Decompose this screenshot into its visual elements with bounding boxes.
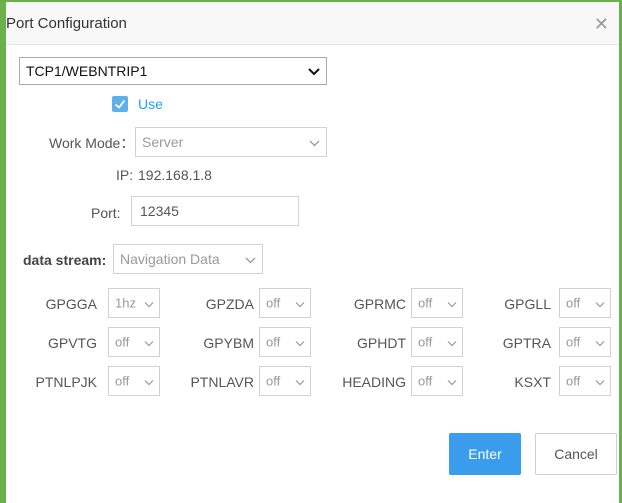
chevron-down-icon [295, 296, 305, 311]
message-select-ptnlavr[interactable]: off [259, 366, 311, 396]
cancel-button[interactable]: Cancel [535, 433, 617, 475]
port-configuration-dialog: Port Configuration ✕ TCP1/WEBNTRIP1 Use … [6, 2, 619, 503]
close-icon[interactable]: ✕ [594, 14, 609, 35]
message-select-value: off [418, 334, 433, 350]
message-select-gpvtg[interactable]: off [108, 327, 160, 357]
use-label[interactable]: Use [138, 96, 163, 112]
chevron-down-icon [309, 134, 320, 150]
message-select-value: off [566, 295, 581, 311]
message-label-gpgga: GPGGA [45, 296, 97, 312]
message-select-gpgga[interactable]: 1hz [108, 288, 160, 318]
port-select-value: TCP1/WEBNTRIP1 [26, 63, 148, 79]
message-select-value: off [115, 334, 130, 350]
message-select-value: off [566, 334, 581, 350]
chevron-down-icon [595, 335, 605, 350]
data-stream-select[interactable]: Navigation Data [113, 244, 263, 274]
enter-button[interactable]: Enter [449, 433, 521, 475]
message-select-value: off [418, 295, 433, 311]
chevron-down-icon [595, 374, 605, 389]
message-select-value: off [566, 373, 581, 389]
work-mode-label: Work Mode： [49, 135, 135, 151]
message-label-gpgll: GPGLL [504, 296, 551, 312]
chevron-down-icon [308, 63, 320, 79]
data-stream-label: data stream: [23, 252, 107, 268]
message-select-gpzda[interactable]: off [259, 288, 311, 318]
chevron-down-icon [144, 374, 154, 389]
check-icon [114, 99, 126, 109]
message-label-ptnlavr: PTNLAVR [190, 374, 254, 390]
message-label-ksxt: KSXT [514, 374, 551, 390]
message-label-gphdt: GPHDT [357, 335, 406, 351]
port-input-value: 12345 [140, 203, 179, 219]
chevron-down-icon [447, 296, 457, 311]
port-input[interactable]: 12345 [131, 196, 299, 226]
chevron-down-icon [295, 335, 305, 350]
message-label-gpvtg: GPVTG [47, 335, 97, 351]
message-select-gprmc[interactable]: off [411, 288, 463, 318]
message-select-gpgll[interactable]: off [559, 288, 611, 318]
chevron-down-icon [245, 251, 256, 267]
work-mode-select[interactable]: Server [135, 127, 327, 157]
port-label: Port: [91, 205, 121, 221]
message-label-gptra: GPTRA [502, 335, 551, 351]
dialog-title: Port Configuration [6, 15, 127, 32]
chevron-down-icon [447, 335, 457, 350]
dialog-header: Port Configuration ✕ [6, 2, 619, 45]
message-label-heading: HEADING [342, 374, 406, 390]
message-select-value: 1hz [115, 295, 136, 311]
message-select-heading[interactable]: off [411, 366, 463, 396]
chevron-down-icon [295, 374, 305, 389]
message-label-ptnlpjk: PTNLPJK [35, 374, 97, 390]
chevron-down-icon [595, 296, 605, 311]
data-stream-value: Navigation Data [120, 251, 220, 267]
use-checkbox[interactable] [112, 96, 128, 112]
message-label-gpzda: GPZDA [205, 296, 254, 312]
message-select-value: off [418, 373, 433, 389]
chevron-down-icon [144, 296, 154, 311]
message-select-ksxt[interactable]: off [559, 366, 611, 396]
chevron-down-icon [447, 374, 457, 389]
message-select-gptra[interactable]: off [559, 327, 611, 357]
port-select[interactable]: TCP1/WEBNTRIP1 [19, 57, 327, 85]
message-select-value: off [115, 373, 130, 389]
chevron-down-icon [144, 335, 154, 350]
message-label-gprmc: GPRMC [353, 296, 406, 312]
ip-label: IP: [116, 167, 134, 183]
message-select-value: off [266, 295, 281, 311]
message-select-gphdt[interactable]: off [411, 327, 463, 357]
message-select-value: off [266, 334, 281, 350]
ip-value: 192.168.1.8 [138, 167, 212, 183]
work-mode-value: Server [142, 134, 184, 150]
message-select-value: off [266, 373, 281, 389]
message-select-ptnlpjk[interactable]: off [108, 366, 160, 396]
message-label-gpybm: GPYBM [203, 335, 254, 351]
message-select-gpybm[interactable]: off [259, 327, 311, 357]
